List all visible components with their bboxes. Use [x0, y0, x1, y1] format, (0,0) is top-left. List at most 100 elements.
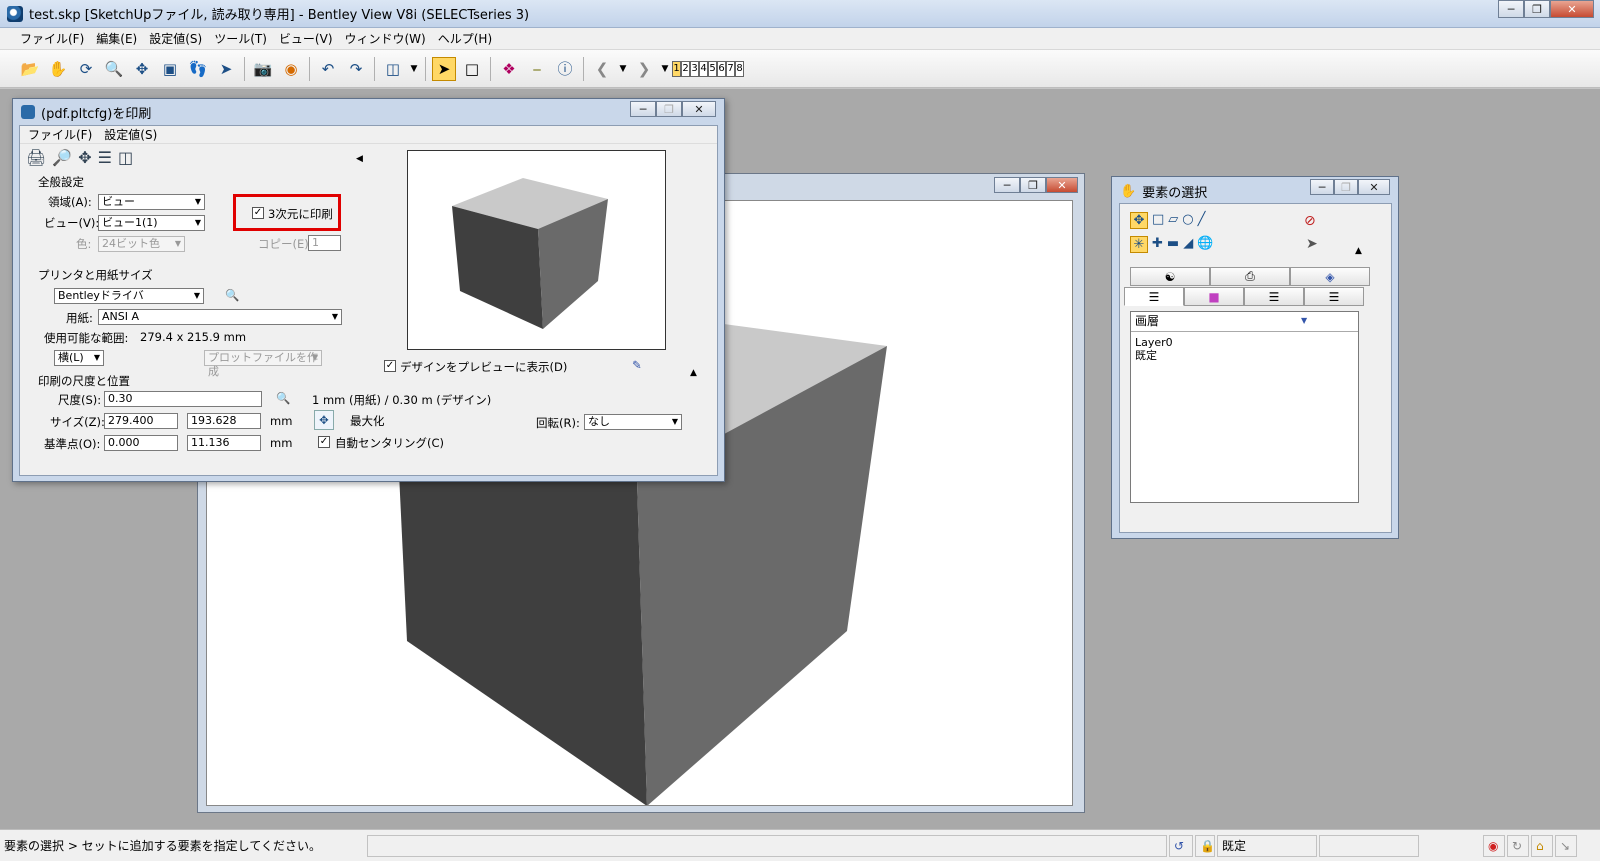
open-folder-icon[interactable]: 📂 — [18, 57, 42, 81]
properties-list-icon[interactable]: ☰ — [98, 148, 112, 167]
tab-type[interactable]: ⎙ — [1210, 267, 1290, 286]
select-element-icon[interactable]: ✥ — [1130, 212, 1148, 229]
menu-help[interactable]: ヘルプ(H) — [438, 30, 492, 47]
view-combo[interactable]: ビュー1(1) — [98, 215, 205, 231]
zoom-icon[interactable]: 🔍 — [102, 57, 126, 81]
view-5-button[interactable]: 5 — [708, 60, 717, 77]
subtract-selection-icon[interactable]: ▬ — [1167, 236, 1179, 253]
dialog-maximize-button[interactable]: ❐ — [656, 101, 682, 117]
view-close-button[interactable]: ✕ — [1046, 177, 1078, 193]
fly-icon[interactable]: ➤ — [214, 57, 238, 81]
forward-icon[interactable]: ❯ — [632, 57, 656, 81]
tab-lineweights[interactable]: ☰ — [1304, 287, 1364, 306]
next-view-icon[interactable]: ↷ — [344, 57, 368, 81]
select-arrow-icon[interactable]: ➤ — [432, 56, 456, 81]
view-layout-icon[interactable]: ◫ — [381, 57, 405, 81]
page-setup-icon[interactable]: ◫ — [118, 148, 133, 167]
collapse-up-icon[interactable]: ▲ — [690, 368, 697, 378]
preview-design-checkbox[interactable]: ✓ — [384, 360, 396, 372]
menu-window[interactable]: ウィンドウ(W) — [345, 30, 426, 47]
new-selection-icon[interactable]: ✳ — [1130, 236, 1148, 253]
driver-combo[interactable]: Bentleyドライバ — [54, 288, 204, 304]
view-2-button[interactable]: 2 — [681, 60, 690, 77]
pointer-icon[interactable]: ➤ — [1306, 236, 1318, 252]
invert-selection-icon[interactable]: ◢ — [1183, 236, 1193, 253]
panel-collapse-icon[interactable]: ▲ — [1355, 246, 1362, 256]
camera-icon[interactable]: 📷 — [251, 57, 275, 81]
info-icon[interactable]: ⓘ — [553, 57, 577, 81]
back-icon[interactable]: ❮ — [590, 57, 614, 81]
menu-file[interactable]: ファイル(F) — [20, 30, 84, 47]
view-6-button[interactable]: 6 — [717, 60, 726, 77]
previous-view-icon[interactable]: ↶ — [316, 57, 340, 81]
dialog-close-button[interactable]: ✕ — [682, 101, 716, 117]
paper-combo[interactable]: ANSI A — [98, 309, 342, 325]
menu-view[interactable]: ビュー(V) — [279, 30, 333, 47]
view-minimize-button[interactable]: ─ — [994, 177, 1020, 193]
walk-icon[interactable]: 👣 — [186, 57, 210, 81]
rotate-view-icon[interactable]: ⟳ — [74, 57, 98, 81]
dialog-minimize-button[interactable]: ─ — [630, 101, 656, 117]
maximize-icon[interactable]: ✥ — [314, 410, 334, 430]
fit-view-icon[interactable]: ✥ — [130, 57, 154, 81]
list-item[interactable]: Layer0 — [1131, 336, 1358, 349]
forward-dropdown-icon[interactable]: ▼ — [660, 57, 670, 81]
origin-y-field[interactable]: 11.136 — [187, 435, 261, 451]
orientation-combo[interactable]: 横(L) — [54, 350, 104, 366]
list-item[interactable]: 既定 — [1131, 349, 1358, 362]
area-combo[interactable]: ビュー — [98, 194, 205, 210]
add-selection-icon[interactable]: ✚ — [1152, 236, 1163, 253]
render-icon[interactable]: ◉ — [279, 57, 303, 81]
back-dropdown-icon[interactable]: ▼ — [618, 57, 628, 81]
dialog-menu-settings[interactable]: 設定値(S) — [104, 126, 157, 143]
scale-search-icon[interactable]: 🔍 — [276, 391, 290, 405]
tab-level-display[interactable]: ◈ — [1290, 267, 1370, 286]
alert-icon[interactable]: ◉ — [1483, 834, 1505, 857]
dropdown-arrow-icon[interactable]: ▼ — [409, 57, 419, 81]
close-button[interactable]: ✕ — [1550, 0, 1594, 18]
home-icon[interactable]: ⌂ — [1531, 834, 1553, 857]
line-select-icon[interactable]: ╱ — [1198, 212, 1206, 229]
dialog-menu-file[interactable]: ファイル(F) — [28, 126, 92, 143]
size-width-field[interactable]: 279.400 — [104, 413, 178, 429]
menu-tools[interactable]: ツール(T) — [214, 30, 267, 47]
window-area-icon[interactable]: ▣ — [158, 57, 182, 81]
measure-icon[interactable]: ⎯ — [525, 57, 549, 81]
view-4-button[interactable]: 4 — [699, 60, 708, 77]
panel-maximize-button[interactable]: ❐ — [1334, 179, 1358, 195]
level-list-header[interactable]: 画層 ▼ — [1131, 312, 1358, 332]
circle-select-icon[interactable]: ○ — [1182, 212, 1193, 229]
lock-icon[interactable]: 🔒 — [1195, 834, 1215, 857]
autocenter-checkbox[interactable]: ✓ — [318, 436, 330, 448]
fence-icon[interactable]: □ — [460, 57, 484, 81]
driver-search-icon[interactable]: 🔍 — [225, 288, 239, 302]
print-icon[interactable]: 🖨 — [26, 148, 46, 167]
print-3d-checkbox[interactable]: ✓ — [252, 207, 264, 219]
rotation-combo[interactable]: なし — [584, 414, 682, 430]
brush-icon[interactable]: ✎ — [632, 358, 642, 372]
preview-icon[interactable]: 🔎 — [52, 148, 72, 167]
clear-selection-icon[interactable]: ⊘ — [1304, 213, 1316, 229]
menu-settings[interactable]: 設定値(S) — [149, 30, 202, 47]
menu-edit[interactable]: 編集(E) — [96, 30, 137, 47]
view-maximize-button[interactable]: ❐ — [1020, 177, 1046, 193]
analyze-icon[interactable]: ❖ — [497, 57, 521, 81]
view-3-button[interactable]: 3 — [690, 60, 699, 77]
snap-icon[interactable]: ↺ — [1169, 834, 1193, 857]
refresh-icon[interactable]: ↻ — [1507, 834, 1529, 857]
scale-field[interactable]: 0.30 — [104, 391, 262, 407]
rectangle-select-icon[interactable]: □ — [1152, 212, 1164, 229]
maximize-button[interactable]: ❐ — [1524, 0, 1550, 18]
panel-minimize-button[interactable]: ─ — [1310, 179, 1334, 195]
resize-grip-icon[interactable]: ↘ — [1555, 834, 1577, 857]
tab-colors[interactable]: ■ — [1184, 287, 1244, 306]
panel-close-button[interactable]: ✕ — [1358, 179, 1390, 195]
pan-hand-icon[interactable]: ✋ — [46, 57, 70, 81]
view-7-button[interactable]: 7 — [726, 60, 735, 77]
maximize-area-icon[interactable]: ✥ — [78, 148, 91, 167]
tab-levels[interactable]: ☰ — [1124, 287, 1184, 306]
view-8-button[interactable]: 8 — [735, 60, 744, 77]
shape-select-icon[interactable]: ▱ — [1168, 212, 1178, 229]
collapse-left-icon[interactable]: ◀ — [356, 154, 363, 164]
size-height-field[interactable]: 193.628 — [187, 413, 261, 429]
